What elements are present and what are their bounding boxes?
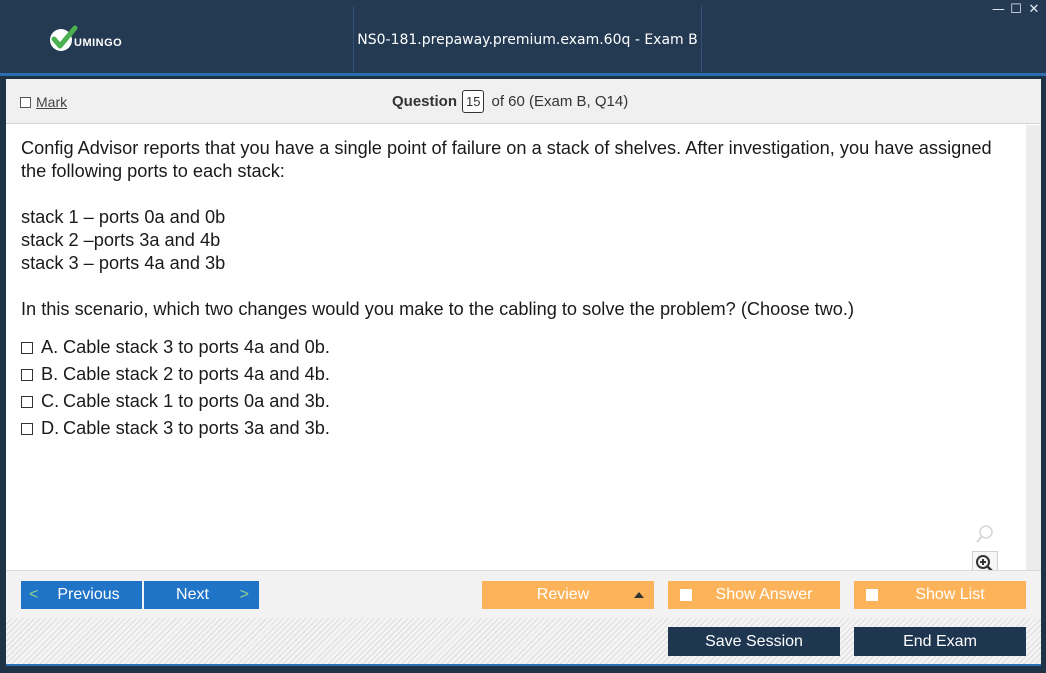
next-label: Next xyxy=(176,586,209,603)
window-title: NS0-181.prepaway.premium.exam.60q - Exam… xyxy=(357,32,698,128)
answer-text: Cable stack 3 to ports 3a and 3b. xyxy=(63,418,330,438)
title-separator xyxy=(701,6,702,72)
window-controls: — ☐ ✕ xyxy=(992,2,1040,17)
question-paragraph: Config Advisor reports that you have a s… xyxy=(21,138,992,181)
show-answer-button[interactable]: Show Answer xyxy=(668,581,840,609)
navigation-bar: < Previous Next > Review Show Answer Sho… xyxy=(6,570,1041,618)
checkbox-icon[interactable] xyxy=(866,589,878,601)
answer-list: A. Cable stack 3 to ports 4a and 0b. B. … xyxy=(21,334,330,442)
question-body: Config Advisor reports that you have a s… xyxy=(6,125,1026,606)
caret-up-icon xyxy=(634,592,644,598)
exam-frame: Mark Question 15 of 60 (Exam B, Q14) Con… xyxy=(6,79,1041,666)
show-answer-label: Show Answer xyxy=(715,586,813,603)
checkbox-icon[interactable] xyxy=(21,368,33,381)
app-logo: UMINGO xyxy=(48,24,122,54)
answer-letter: D. xyxy=(41,418,60,438)
checkbox-icon[interactable] xyxy=(21,422,33,435)
question-text: Config Advisor reports that you have a s… xyxy=(21,137,1011,321)
chevron-left-icon: < xyxy=(29,586,39,603)
answer-option-d[interactable]: D. Cable stack 3 to ports 3a and 3b. xyxy=(21,415,330,442)
question-label: Question xyxy=(392,93,458,110)
answer-letter: A. xyxy=(41,337,59,357)
answer-text: Cable stack 1 to ports 0a and 3b. xyxy=(63,391,330,411)
checkbox-icon[interactable] xyxy=(21,341,33,354)
show-list-button[interactable]: Show List xyxy=(854,581,1026,609)
stack-line: stack 2 –ports 3a and 4b xyxy=(21,230,221,250)
search-icon xyxy=(972,521,998,547)
logo-text: UMINGO xyxy=(74,37,123,49)
vertical-scrollbar[interactable] xyxy=(1026,125,1041,570)
title-bar: UMINGO NS0-181.prepaway.premium.exam.60q… xyxy=(0,0,1046,128)
answer-option-b[interactable]: B. Cable stack 2 to ports 4a and 4b. xyxy=(21,361,330,388)
question-of-text: of 60 (Exam B, Q14) xyxy=(491,93,629,110)
next-button[interactable]: Next > xyxy=(144,581,259,609)
stack-line: stack 3 – ports 4a and 3b xyxy=(21,253,226,273)
answer-text: Cable stack 3 to ports 4a and 0b. xyxy=(63,337,330,357)
question-header: Mark Question 15 of 60 (Exam B, Q14) xyxy=(6,79,1041,124)
review-button[interactable]: Review xyxy=(482,581,654,609)
checkbox-icon[interactable] xyxy=(21,395,33,408)
review-label: Review xyxy=(536,586,590,603)
checkmark-logo-icon xyxy=(48,24,78,54)
question-prompt: In this scenario, which two changes woul… xyxy=(21,299,855,319)
mark-label: Mark xyxy=(36,94,68,110)
minimize-icon[interactable]: — xyxy=(992,2,1005,17)
show-list-label: Show List xyxy=(915,586,985,603)
answer-text: Cable stack 2 to ports 4a and 4b. xyxy=(63,364,330,384)
answer-option-a[interactable]: A. Cable stack 3 to ports 4a and 0b. xyxy=(21,334,330,361)
answer-letter: C. xyxy=(41,391,60,411)
bottom-bar: Save Session End Exam xyxy=(6,618,1041,664)
close-icon[interactable]: ✕ xyxy=(1028,2,1040,17)
stack-line: stack 1 – ports 0a and 0b xyxy=(21,207,226,227)
end-exam-button[interactable]: End Exam xyxy=(854,627,1026,656)
checkbox-icon[interactable] xyxy=(20,96,31,108)
previous-button[interactable]: < Previous xyxy=(21,581,142,609)
maximize-icon[interactable]: ☐ xyxy=(1010,2,1022,17)
question-number-box[interactable]: 15 xyxy=(462,90,485,113)
chevron-right-icon: > xyxy=(239,586,249,603)
answer-option-c[interactable]: C. Cable stack 1 to ports 0a and 3b. xyxy=(21,388,330,415)
mark-checkbox[interactable]: Mark xyxy=(20,94,67,110)
save-session-button[interactable]: Save Session xyxy=(668,627,840,656)
bottom-accent-line xyxy=(6,664,1041,666)
previous-label: Previous xyxy=(57,586,120,603)
question-number: Question 15 of 60 (Exam B, Q14) xyxy=(392,90,628,113)
answer-letter: B. xyxy=(41,364,59,384)
checkbox-icon[interactable] xyxy=(680,589,692,601)
